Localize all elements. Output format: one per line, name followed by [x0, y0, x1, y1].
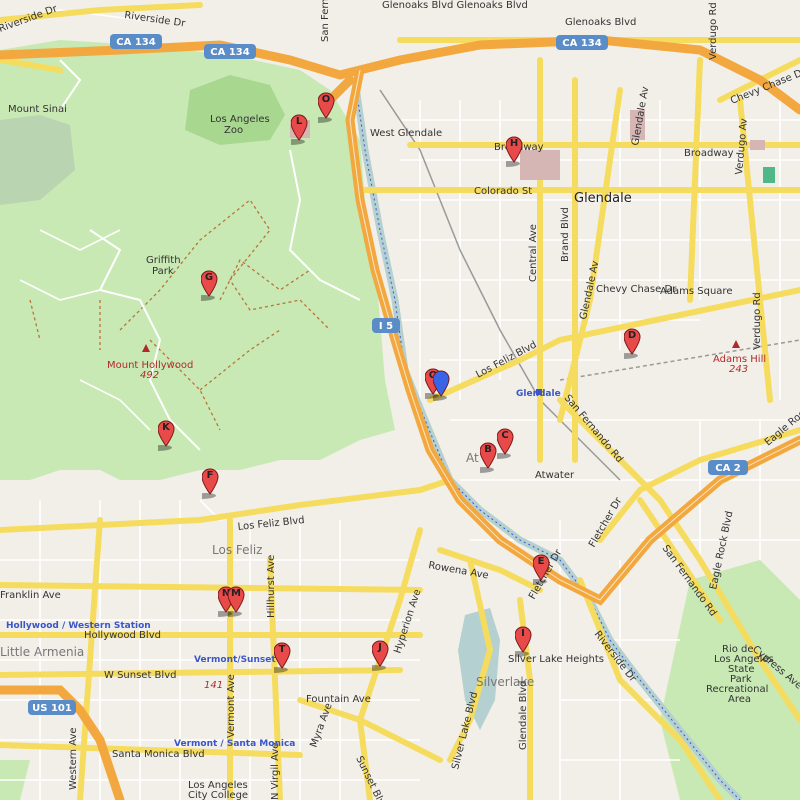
- marker-letter: H: [509, 138, 519, 149]
- map-viewport[interactable]: CA 134 CA 134 CA 134 I 5 CA 2 US 101 Mou…: [0, 0, 800, 800]
- street-glendale-blvd: Glendale Blvd: [518, 680, 529, 750]
- label-atwater-partial: At: [466, 451, 479, 465]
- street-colorado: Colorado St: [474, 186, 532, 197]
- marker-letter: G: [204, 272, 214, 283]
- svg-text:CA 134: CA 134: [562, 38, 601, 49]
- street-verdugo-rd: Verdugo Rd: [708, 2, 719, 60]
- street-west-glendale-text: West Glendale: [370, 128, 442, 139]
- map-base-layer: CA 134 CA 134 CA 134 I 5 CA 2 US 101 Mou…: [0, 0, 800, 800]
- street-central: Central Ave: [528, 224, 539, 282]
- station-glendale: Glendale: [516, 389, 561, 399]
- street-san-fernando-blvd: San Fernando Blvd: [320, 0, 331, 42]
- street-brand: Brand Blvd: [560, 207, 571, 262]
- street-hollywood-blvd: Hollywood Blvd: [84, 630, 161, 641]
- marker-letter: M: [231, 588, 241, 599]
- marker-letter: C: [501, 430, 509, 441]
- street-fountain: Fountain Ave: [306, 694, 371, 705]
- marker-f[interactable]: F: [202, 468, 224, 502]
- label-glendale: Glendale: [574, 191, 632, 206]
- street-sunset: W Sunset Blvd: [104, 670, 176, 681]
- svg-text:US 101: US 101: [32, 703, 72, 714]
- marker-letter: T: [278, 644, 286, 655]
- street-verdugo-rd-2: Verdugo Rd: [752, 292, 763, 350]
- label-griffith-1: Griffith: [146, 255, 181, 266]
- station-vermont-santa-monica: Vermont / Santa Monica: [174, 739, 295, 749]
- label-elev-141: 141: [204, 680, 223, 691]
- marker-c[interactable]: C: [497, 428, 519, 462]
- label-zoo-1: Los Angeles: [210, 114, 270, 125]
- label-little-armenia: Little Armenia: [0, 645, 84, 659]
- marker-d[interactable]: D: [624, 328, 646, 362]
- marker-letter: I: [521, 628, 525, 639]
- street-glenoaks-2: Glenoaks Blvd: [565, 17, 636, 28]
- marker-letter: D: [627, 330, 637, 341]
- street-broadway-2: Broadway: [684, 148, 734, 159]
- marker-j[interactable]: J: [372, 640, 394, 674]
- label-zoo-2: Zoo: [224, 125, 243, 136]
- marker-t[interactable]: T: [274, 642, 296, 676]
- marker-letter: K: [162, 422, 170, 433]
- marker-letter: B: [484, 444, 492, 455]
- label-adams-hill-elev: 243: [729, 364, 748, 375]
- marker-letter: J: [378, 642, 382, 653]
- street-santa-monica: Santa Monica Blvd: [112, 749, 205, 760]
- street-vermont: Vermont Ave: [226, 674, 237, 738]
- label-atwater: Atwater: [535, 470, 575, 481]
- street-glenoaks: Glenoaks Blvd Glenoaks Blvd: [382, 0, 528, 11]
- marker-l[interactable]: L: [291, 114, 313, 148]
- marker-letter: F: [206, 470, 214, 481]
- street-n-virgil: N Virgil Ave: [270, 743, 281, 800]
- station-hollywood-western: Hollywood / Western Station: [6, 621, 151, 631]
- marker-i[interactable]: I: [515, 626, 537, 660]
- marker-h[interactable]: H: [506, 136, 528, 170]
- svg-text:CA 134: CA 134: [116, 37, 155, 48]
- street-chevy-chase-2: Chevy Chase Dr: [596, 284, 677, 295]
- label-mount-sinai: Mount Sinai: [8, 104, 67, 115]
- street-franklin: Franklin Ave: [0, 590, 61, 601]
- marker-k[interactable]: K: [158, 420, 180, 454]
- marker-letter: E: [537, 556, 545, 567]
- marker-letter: L: [295, 116, 303, 127]
- label-los-feliz: Los Feliz: [212, 543, 262, 557]
- marker-blue[interactable]: [433, 370, 455, 404]
- svg-text:I 5: I 5: [379, 321, 393, 332]
- svg-text:CA 134: CA 134: [210, 47, 249, 58]
- street-western: Western Ave: [68, 727, 79, 790]
- street-hillhurst: Hillhurst Ave: [266, 555, 277, 618]
- green-block: [763, 167, 775, 183]
- marker-letter: O: [321, 94, 331, 105]
- label-rio-6: Area: [728, 694, 751, 705]
- station-vermont-sunset: Vermont/Sunset: [194, 655, 276, 665]
- marker-m[interactable]: M: [228, 586, 250, 620]
- label-griffith-2: Park: [152, 266, 174, 277]
- marker-e[interactable]: E: [533, 554, 555, 588]
- label-college-2: City College: [188, 790, 248, 800]
- label-mount-hollywood-elev: 492: [140, 370, 159, 381]
- marker-g[interactable]: G: [201, 270, 223, 304]
- svg-text:CA 2: CA 2: [715, 463, 741, 474]
